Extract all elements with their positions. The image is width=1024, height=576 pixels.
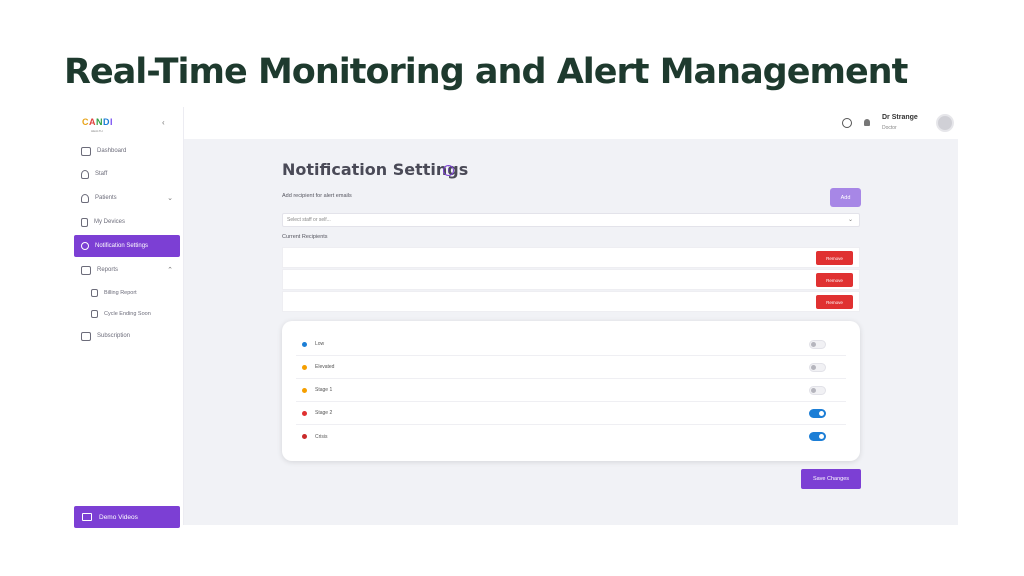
sidebar-item-label: Patients <box>95 195 117 201</box>
alert-label: Crisis <box>315 433 328 440</box>
demo-videos-label: Demo Videos <box>99 513 138 521</box>
recipient-select[interactable]: Select staff or self... ⌄ <box>282 213 860 227</box>
status-dot <box>302 434 307 439</box>
user-role: Doctor <box>882 125 897 131</box>
sidebar-item-staff[interactable]: Staff <box>74 163 180 185</box>
current-recipients-label: Current Recipients <box>282 234 328 240</box>
alert-label: Stage 1 <box>315 387 333 393</box>
user-name: Dr Strange <box>882 114 918 121</box>
alert-toggle[interactable] <box>809 409 826 418</box>
bell-icon <box>81 242 89 250</box>
status-dot <box>302 364 307 370</box>
status-dot <box>302 410 307 416</box>
sidebar-item-notification-settings[interactable]: Notification Settings <box>74 235 180 257</box>
sidebar-item-label: Notification Settings <box>95 243 149 249</box>
sidebar-item-my-devices[interactable]: My Devices <box>74 211 180 233</box>
remove-button[interactable]: Remove <box>816 295 853 309</box>
recipient-row: Remove <box>282 269 860 290</box>
info-icon[interactable]: i <box>443 165 454 176</box>
hourglass-icon <box>91 310 98 318</box>
recipient-row: Remove <box>282 247 860 268</box>
person-icon <box>81 169 89 179</box>
card-icon <box>81 331 91 341</box>
globe-icon[interactable] <box>842 118 852 128</box>
notification-bell-icon[interactable] <box>864 119 870 126</box>
collapse-sidebar-icon[interactable]: ‹ <box>162 118 165 127</box>
dashboard-icon <box>81 146 91 156</box>
alert-row-stage-2: Stage 2 <box>296 402 846 425</box>
alert-toggle[interactable] <box>809 363 826 372</box>
sidebar-item-reports[interactable]: Reports ⌃ <box>74 259 180 281</box>
sidebar-item-label: Subscription <box>97 333 131 339</box>
alert-row-crisis: Crisis <box>296 425 846 448</box>
logo-subtitle: HEALTH <box>91 129 103 133</box>
app-window: CANDI HEALTH ‹ Dashboard Staff Patients … <box>72 107 958 528</box>
alert-levels-card: Low Elevated Stage 1 Stage 2 Crisis <box>282 321 860 461</box>
status-dot <box>302 387 307 393</box>
add-button[interactable]: Add <box>830 188 861 207</box>
device-icon <box>81 217 88 227</box>
slide-title: Real-Time Monitoring and Alert Managemen… <box>64 52 908 92</box>
demo-videos-button[interactable]: Demo Videos <box>74 506 180 528</box>
sidebar-item-label: Staff <box>95 171 108 177</box>
select-placeholder: Select staff or self... <box>287 217 331 223</box>
remove-button[interactable]: Remove <box>816 273 853 287</box>
sidebar-item-patients[interactable]: Patients ⌄ <box>74 187 180 209</box>
alert-label: Elevated <box>315 364 335 370</box>
remove-button[interactable]: Remove <box>816 251 853 265</box>
status-dot <box>302 341 307 347</box>
sidebar-item-dashboard[interactable]: Dashboard <box>74 140 180 162</box>
alert-row-elevated: Elevated <box>296 356 846 379</box>
video-icon <box>82 513 92 521</box>
sidebar: CANDI HEALTH ‹ Dashboard Staff Patients … <box>72 107 184 528</box>
chevron-down-icon: ⌄ <box>847 217 853 223</box>
sidebar-item-label: Billing Report <box>104 290 137 296</box>
calendar-icon <box>81 265 91 275</box>
sidebar-item-label: Dashboard <box>97 148 127 154</box>
top-bar: Dr Strange Doctor <box>184 107 958 139</box>
recipient-row: Remove <box>282 291 860 312</box>
chevron-up-icon: ⌃ <box>167 267 173 274</box>
users-icon <box>81 193 89 203</box>
sidebar-item-billing-report[interactable]: Billing Report <box>74 282 180 304</box>
sidebar-item-label: Reports <box>97 267 119 273</box>
document-icon <box>91 289 98 297</box>
add-recipient-label: Add recipient for alert emails <box>282 193 352 199</box>
sidebar-item-cycle-ending-soon[interactable]: Cycle Ending Soon <box>74 303 180 325</box>
page-title: Notification Settings <box>282 160 469 179</box>
alert-row-low: Low <box>296 333 846 356</box>
save-changes-button[interactable]: Save Changes <box>801 469 861 489</box>
alert-label: Low <box>315 341 325 347</box>
avatar[interactable] <box>936 114 954 132</box>
alert-label: Stage 2 <box>315 410 333 416</box>
alert-toggle[interactable] <box>809 340 826 349</box>
candi-logo[interactable]: CANDI <box>82 117 113 127</box>
alert-toggle[interactable] <box>809 386 826 395</box>
alert-toggle[interactable] <box>809 432 826 441</box>
sidebar-item-label: Cycle Ending Soon <box>104 311 151 317</box>
sidebar-item-subscription[interactable]: Subscription <box>74 325 180 347</box>
sidebar-item-label: My Devices <box>94 219 126 225</box>
chevron-down-icon: ⌄ <box>167 195 173 202</box>
alert-row-stage-1: Stage 1 <box>296 379 846 402</box>
